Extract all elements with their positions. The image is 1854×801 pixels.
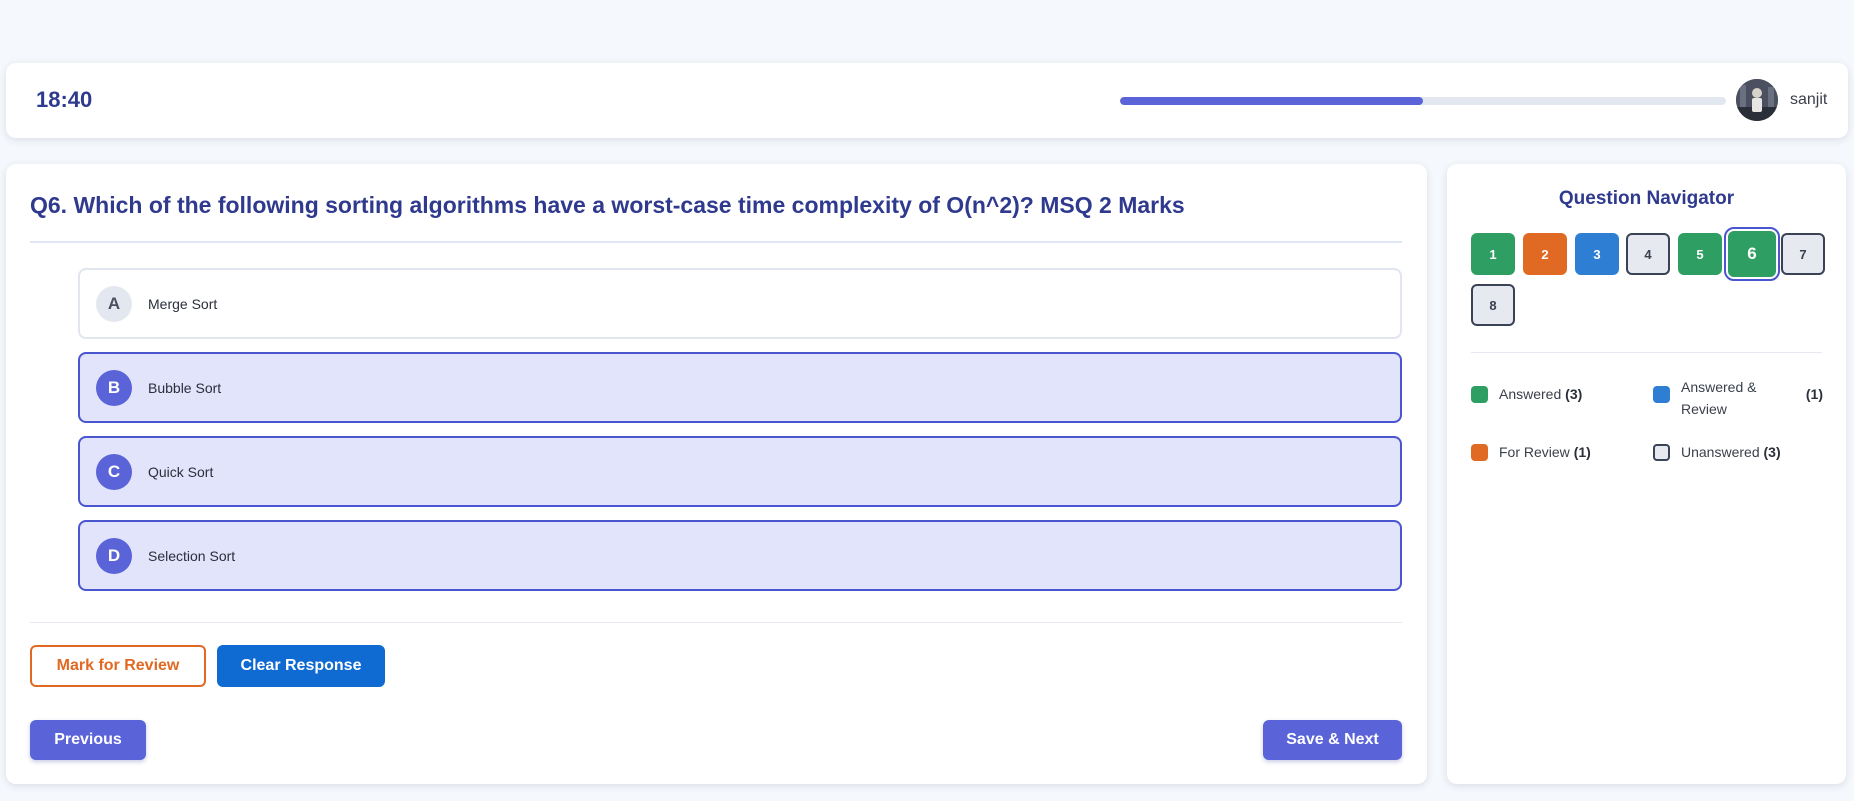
- option-label: Selection Sort: [148, 547, 236, 564]
- question-button-1[interactable]: 1: [1471, 233, 1515, 275]
- option-b[interactable]: B Bubble Sort: [78, 352, 1402, 423]
- username: sanjit: [1790, 91, 1828, 108]
- avatar[interactable]: [1736, 79, 1778, 121]
- question-button-3[interactable]: 3: [1575, 233, 1619, 275]
- legend-label: Answered: [1499, 386, 1562, 402]
- answered-swatch: [1471, 386, 1488, 403]
- legend-answered: Answered (3): [1471, 386, 1582, 403]
- option-label: Bubble Sort: [148, 379, 222, 396]
- option-label: Quick Sort: [148, 463, 214, 480]
- question-button-4[interactable]: 4: [1626, 233, 1670, 275]
- clear-response-button[interactable]: Clear Response: [217, 645, 385, 687]
- save-next-button[interactable]: Save & Next: [1263, 720, 1402, 760]
- legend-label: Review: [1681, 401, 1727, 417]
- answered-review-swatch: [1653, 386, 1670, 403]
- divider: [1471, 352, 1822, 353]
- progress-fill: [1120, 97, 1423, 105]
- user-avatar-icon: [1736, 79, 1778, 121]
- legend-label: Unanswered: [1681, 444, 1760, 460]
- option-letter: A: [96, 285, 132, 322]
- option-d[interactable]: D Selection Sort: [78, 520, 1402, 591]
- question-button-7[interactable]: 7: [1781, 233, 1825, 275]
- divider: [30, 622, 1402, 623]
- progress-bar: [1120, 97, 1726, 105]
- legend-count: (3): [1565, 386, 1583, 402]
- question-button-2[interactable]: 2: [1523, 233, 1567, 275]
- legend-label: Answered &: [1681, 379, 1757, 395]
- question-button-8[interactable]: 8: [1471, 284, 1515, 326]
- question-button-6[interactable]: 6: [1724, 227, 1780, 281]
- legend-unanswered: Unanswered (3): [1653, 444, 1781, 461]
- for-review-swatch: [1471, 444, 1488, 461]
- unanswered-swatch: [1653, 444, 1670, 461]
- navigator-title: Question Navigator: [1558, 188, 1735, 209]
- legend-answered-review: Answered & Review (1): [1653, 376, 1823, 420]
- top-bar: 18:40 sanjit: [6, 63, 1848, 138]
- legend-label: For Review: [1499, 444, 1570, 460]
- option-letter: D: [96, 537, 132, 574]
- option-letter: C: [96, 453, 132, 490]
- previous-button[interactable]: Previous: [30, 720, 146, 760]
- legend-count: (1): [1573, 444, 1591, 460]
- legend-count: (1): [1805, 386, 1823, 402]
- option-letter: B: [96, 369, 132, 406]
- divider: [30, 241, 1402, 243]
- question-button-5[interactable]: 5: [1678, 233, 1722, 275]
- question-panel: Q6. Which of the following sorting algor…: [6, 164, 1427, 784]
- timer: 18:40: [36, 87, 93, 112]
- legend-for-review: For Review (1): [1471, 444, 1591, 461]
- option-a[interactable]: A Merge Sort: [78, 268, 1402, 339]
- option-c[interactable]: C Quick Sort: [78, 436, 1402, 507]
- legend-count: (3): [1763, 444, 1781, 460]
- question-navigator: Question Navigator 1 2 3 4 5 6 7 8 Answe…: [1447, 164, 1846, 784]
- mark-for-review-button[interactable]: Mark for Review: [30, 645, 206, 687]
- question-text: Q6. Which of the following sorting algor…: [30, 192, 1185, 218]
- option-label: Merge Sort: [148, 295, 218, 312]
